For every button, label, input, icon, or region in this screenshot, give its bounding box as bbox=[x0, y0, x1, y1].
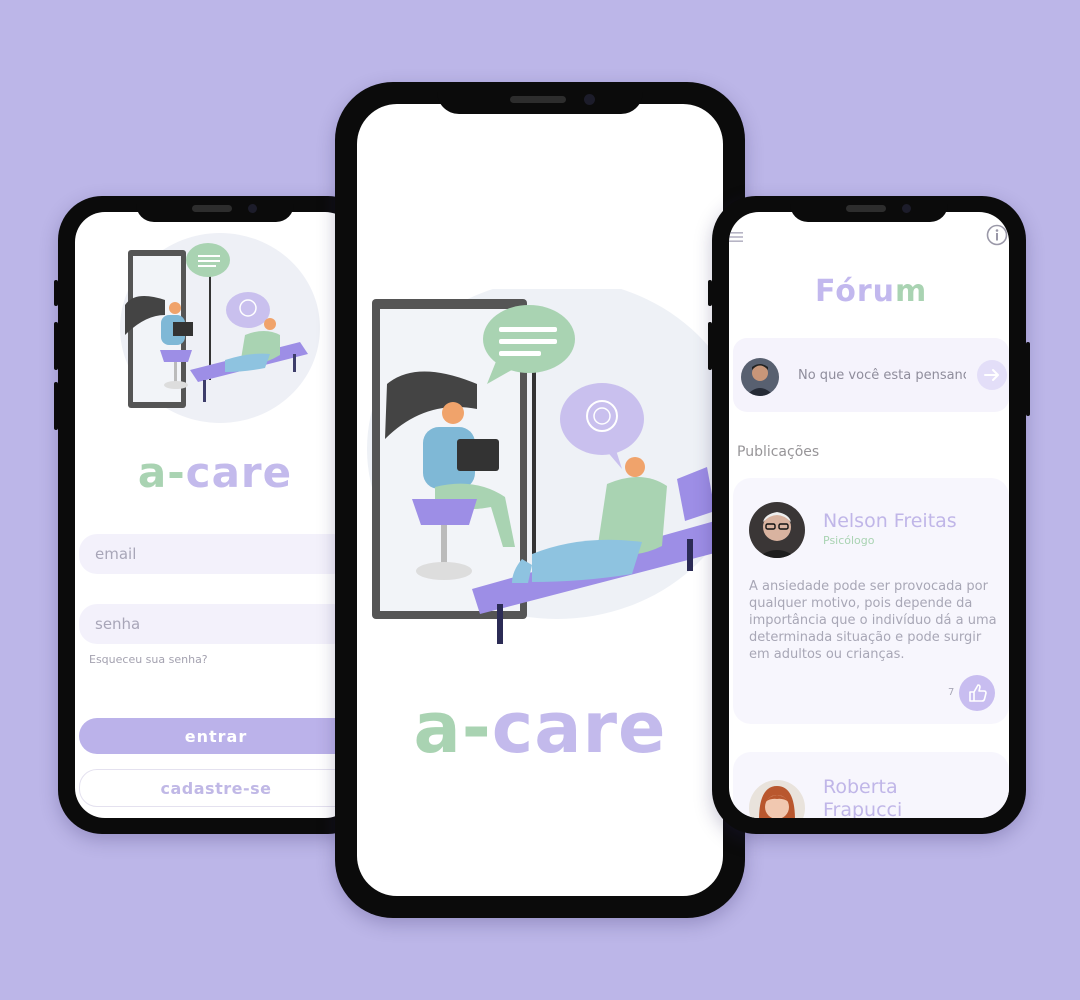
forum-screen: Fórum No que você esta pensanc Publicaçõ… bbox=[729, 212, 1009, 818]
email-input[interactable]: email bbox=[79, 534, 351, 574]
post-author[interactable]: Nelson Freitas bbox=[823, 510, 957, 532]
therapy-illustration bbox=[367, 289, 723, 644]
speaker bbox=[192, 205, 232, 212]
forgot-password-link[interactable]: Esqueceu sua senha? bbox=[89, 653, 208, 666]
logo-prefix: a- bbox=[137, 448, 186, 497]
front-camera bbox=[248, 204, 257, 213]
compose-placeholder: No que você esta pensanc bbox=[798, 368, 966, 383]
arrow-right-icon[interactable] bbox=[977, 360, 1007, 390]
side-button bbox=[54, 382, 58, 430]
password-input[interactable]: senha bbox=[79, 604, 351, 644]
password-placeholder: senha bbox=[95, 615, 141, 633]
signup-button[interactable]: cadastre-se bbox=[79, 769, 353, 807]
login-screen: a-care email senha Esqueceu sua senha? e… bbox=[75, 212, 355, 818]
info-icon[interactable] bbox=[986, 224, 1008, 246]
side-button bbox=[54, 280, 58, 306]
post-card: Nelson Freitas Psicólogo A ansiedade pod… bbox=[733, 478, 1009, 724]
speaker bbox=[846, 205, 886, 212]
like-count: 7 bbox=[948, 687, 955, 698]
side-button bbox=[708, 280, 712, 306]
phone-login: a-care email senha Esqueceu sua senha? e… bbox=[54, 196, 372, 834]
post-text: A ansiedade pode ser provocada por qualq… bbox=[749, 579, 997, 662]
side-button bbox=[708, 322, 712, 370]
logo-suffix: care bbox=[185, 448, 293, 497]
phone-notch bbox=[790, 196, 948, 222]
side-button bbox=[1026, 342, 1030, 416]
author-avatar bbox=[749, 502, 805, 558]
user-avatar bbox=[741, 358, 779, 396]
title-part-1: Fóru bbox=[815, 274, 896, 309]
email-placeholder: email bbox=[95, 545, 137, 563]
phone-notch bbox=[437, 82, 643, 114]
login-button[interactable]: entrar bbox=[79, 718, 353, 754]
page-title: Fórum bbox=[815, 274, 927, 309]
front-camera bbox=[584, 94, 595, 105]
post-author-line2[interactable]: Frapucci bbox=[823, 799, 902, 818]
app-logo: a-care bbox=[75, 448, 355, 497]
logo-suffix: care bbox=[491, 687, 667, 769]
therapy-illustration bbox=[120, 233, 320, 423]
app-logo: a-care bbox=[357, 687, 723, 769]
post-card: Roberta Frapucci bbox=[733, 752, 1009, 818]
phone-notch bbox=[136, 196, 294, 222]
phone-splash: a-care bbox=[335, 82, 745, 918]
title-part-2: m bbox=[895, 274, 928, 309]
post-author-role: Psicólogo bbox=[823, 534, 875, 547]
thumbs-up-icon[interactable] bbox=[959, 675, 995, 711]
compose-box[interactable]: No que você esta pensanc bbox=[733, 338, 1009, 412]
phone-forum: Fórum No que você esta pensanc Publicaçõ… bbox=[708, 196, 1030, 834]
speaker bbox=[510, 96, 566, 103]
section-label: Publicações bbox=[737, 444, 820, 460]
post-author[interactable]: Roberta bbox=[823, 776, 898, 798]
logo-prefix: a- bbox=[413, 687, 492, 769]
menu-icon[interactable] bbox=[729, 230, 743, 244]
author-avatar bbox=[749, 780, 805, 818]
side-button bbox=[54, 322, 58, 370]
splash-screen: a-care bbox=[357, 104, 723, 896]
front-camera bbox=[902, 204, 911, 213]
